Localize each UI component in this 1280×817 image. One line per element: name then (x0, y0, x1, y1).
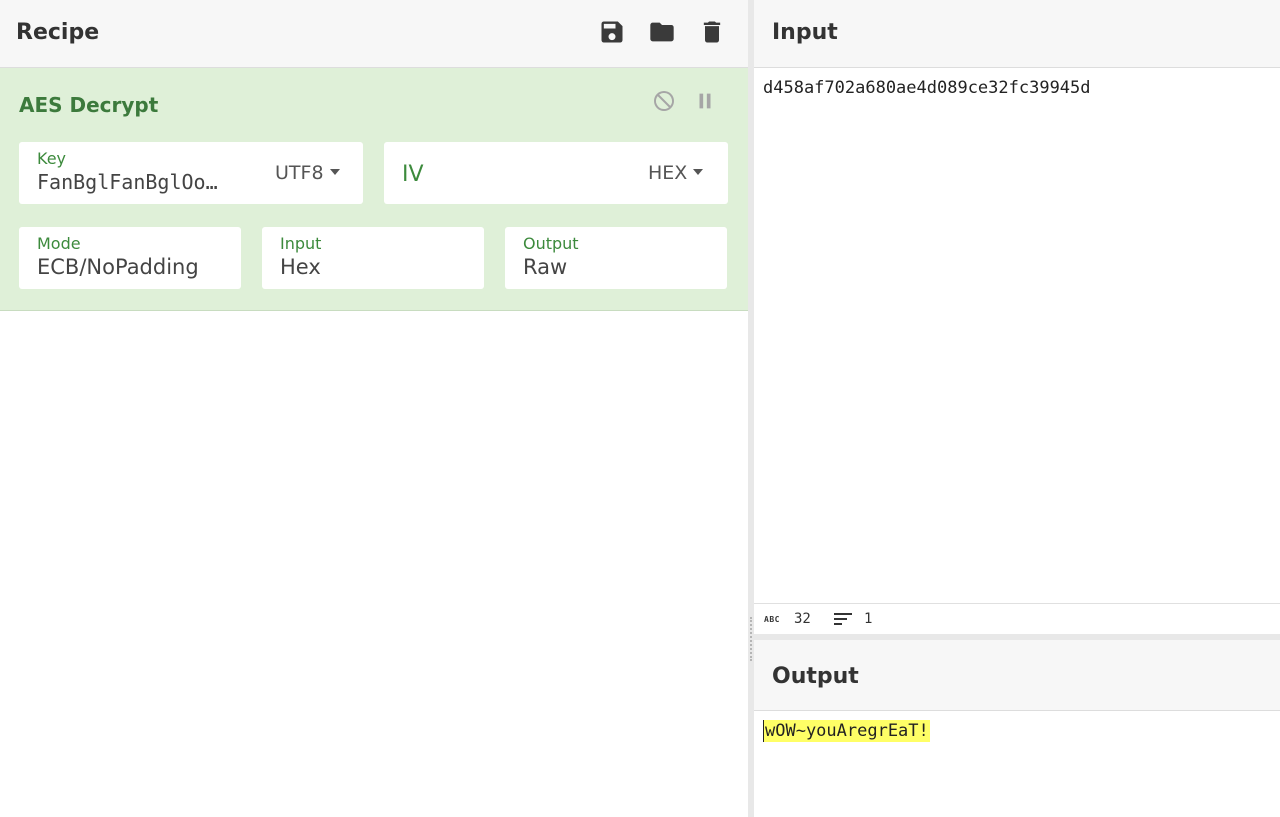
input-status-bar: ABC 32 1 (754, 603, 1280, 634)
pause-icon[interactable] (692, 88, 718, 114)
input-type-value[interactable]: Hex (280, 255, 321, 279)
aes-decrypt-operation[interactable]: AES Decrypt Key FanBglFanBglOo… UTF8 IV … (0, 68, 748, 311)
output-textarea[interactable]: wOW~youAregrEaT! (763, 720, 930, 742)
abc-icon: ABC (764, 615, 780, 624)
mode-field[interactable]: Mode ECB/NoPadding (19, 227, 241, 289)
recipe-header: Recipe (0, 0, 748, 68)
iv-field[interactable]: IV HEX (384, 142, 728, 204)
mode-value[interactable]: ECB/NoPadding (37, 255, 199, 279)
output-type-field[interactable]: Output Raw (505, 227, 727, 289)
input-header: Input (754, 0, 1280, 68)
output-type-value[interactable]: Raw (523, 255, 567, 279)
key-field[interactable]: Key FanBglFanBglOo… UTF8 (19, 142, 363, 204)
key-label: Key (37, 149, 67, 168)
recipe-title: Recipe (16, 20, 100, 45)
output-title: Output (772, 664, 859, 689)
save-icon[interactable] (596, 16, 628, 48)
mode-label: Mode (37, 234, 81, 253)
input-type-field[interactable]: Input Hex (262, 227, 484, 289)
output-header: Output (754, 640, 1280, 711)
iv-encoding-dropdown[interactable]: HEX (648, 162, 703, 184)
trash-icon[interactable] (696, 16, 728, 48)
disable-icon[interactable] (651, 88, 677, 114)
folder-icon[interactable] (646, 16, 678, 48)
output-type-label: Output (523, 234, 579, 253)
key-value[interactable]: FanBglFanBglOo… (37, 170, 247, 194)
input-type-label: Input (280, 234, 322, 253)
input-title: Input (772, 20, 838, 45)
output-pane: Output wOW~youAregrEaT! (754, 640, 1280, 817)
lines-icon (834, 612, 852, 630)
operation-title: AES Decrypt (19, 93, 159, 117)
input-textarea[interactable]: d458af702a680ae4d089ce32fc39945d (763, 78, 1091, 98)
iv-placeholder: IV (402, 162, 424, 187)
char-count: 32 (794, 611, 811, 627)
divider-grip[interactable] (750, 617, 752, 661)
recipe-pane: Recipe AES Decrypt Key FanBglFanBglOo… U… (0, 0, 748, 817)
key-encoding-dropdown[interactable]: UTF8 (275, 162, 340, 184)
input-pane: Input d458af702a680ae4d089ce32fc39945d A… (754, 0, 1280, 634)
line-count: 1 (864, 611, 873, 627)
